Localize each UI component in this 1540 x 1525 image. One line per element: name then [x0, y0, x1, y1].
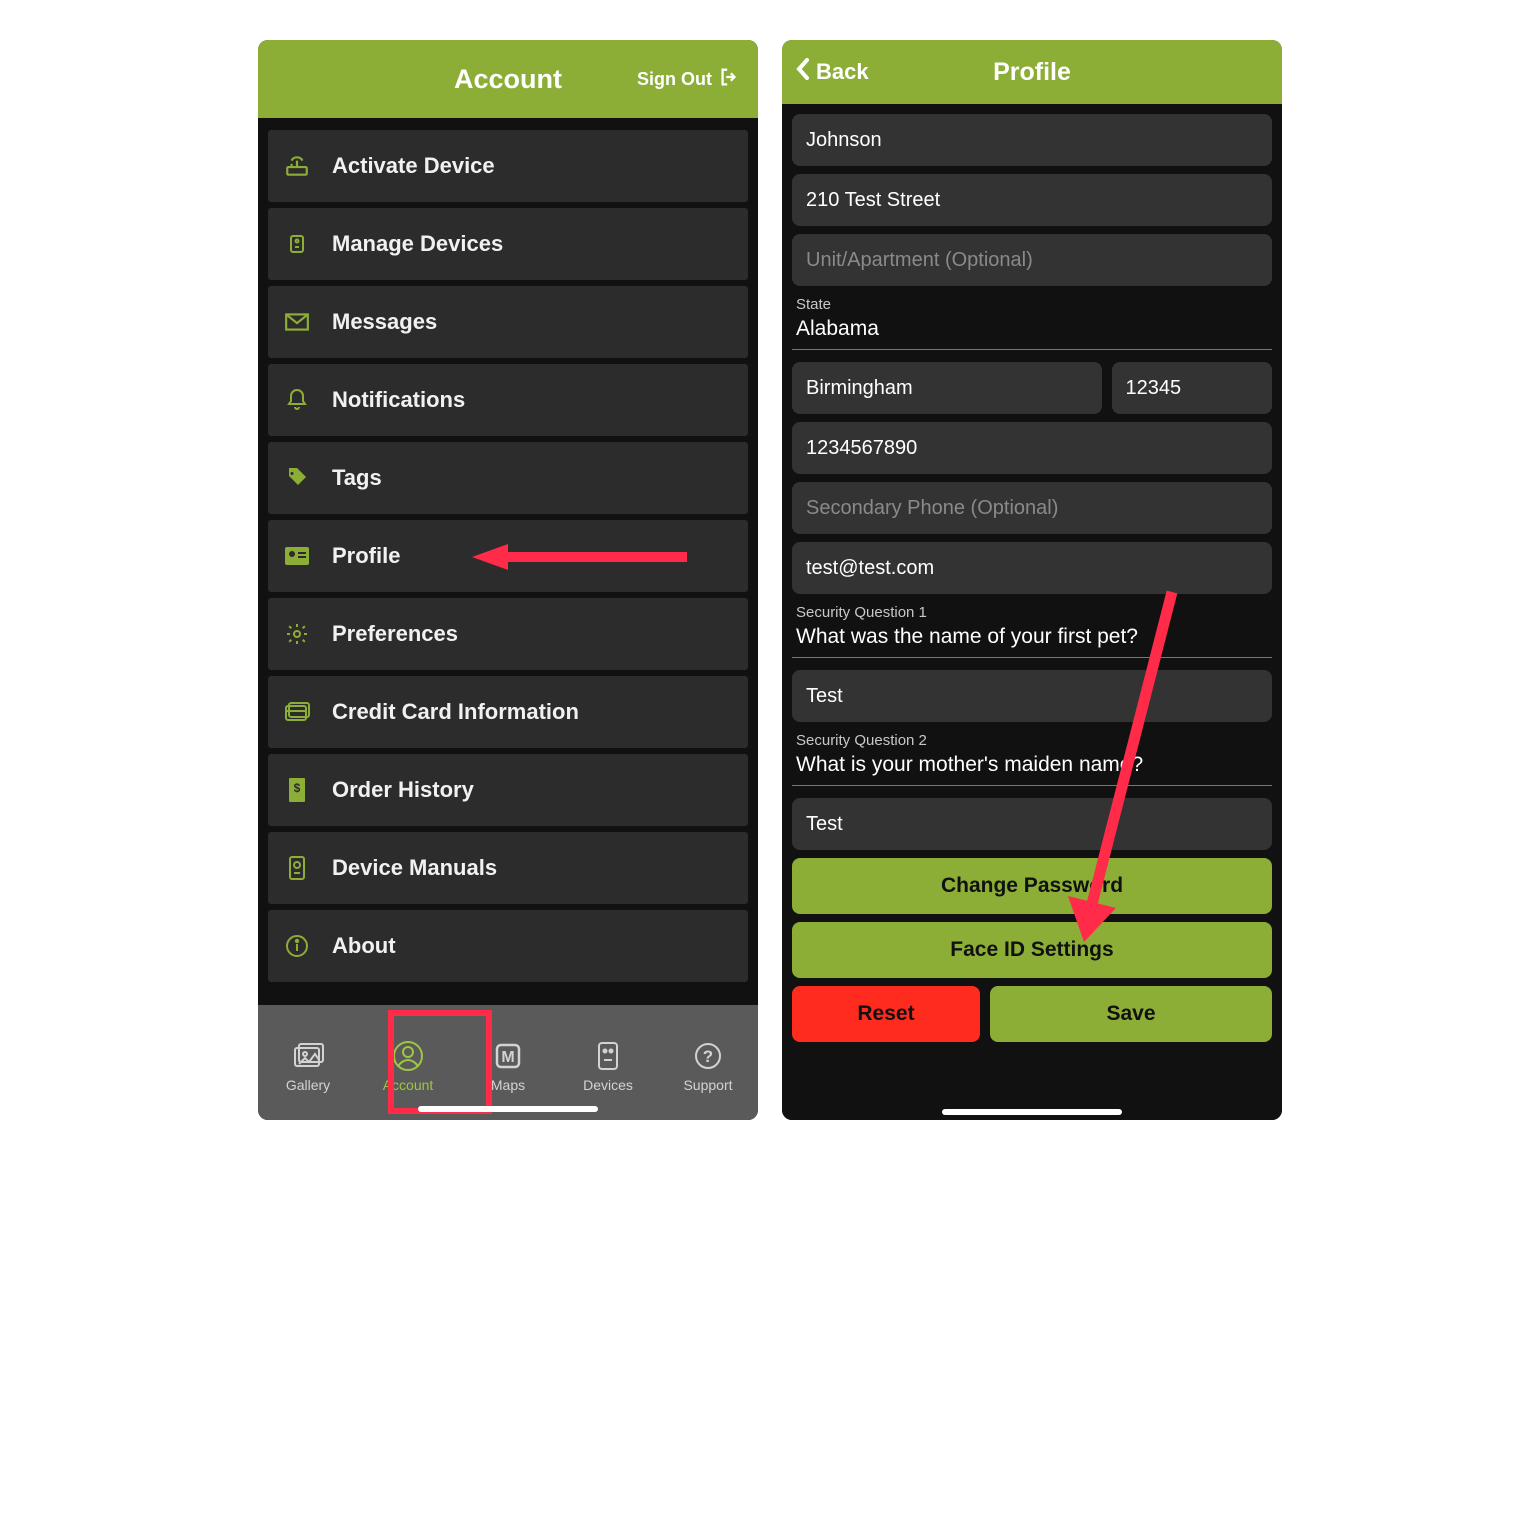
annotation-arrow-icon — [472, 542, 692, 572]
home-indicator[interactable] — [942, 1109, 1122, 1115]
gear-icon — [282, 622, 312, 646]
menu-label: Order History — [332, 777, 474, 803]
account-menu: Activate Device Manage Devices Messages … — [258, 118, 758, 1005]
back-button[interactable]: Back — [794, 57, 869, 87]
face-id-settings-button[interactable]: Face ID Settings — [792, 922, 1272, 978]
nav-account[interactable]: Account — [363, 1039, 453, 1093]
unit-field[interactable] — [792, 234, 1272, 286]
svg-text:$: $ — [294, 781, 301, 795]
state-label: State — [796, 296, 1272, 313]
sq2-answer-field[interactable] — [792, 798, 1272, 850]
email-field[interactable] — [792, 542, 1272, 594]
menu-label: Messages — [332, 309, 437, 335]
account-screen: Account Sign Out Activate Device Manage … — [258, 40, 758, 1120]
state-group: State Alabama — [792, 294, 1272, 354]
credit-card-icon — [282, 702, 312, 722]
sign-out-button[interactable]: Sign Out — [637, 66, 740, 93]
svg-text:M: M — [501, 1049, 514, 1066]
sign-out-icon — [718, 66, 740, 93]
sq1-answer-field[interactable] — [792, 670, 1272, 722]
bell-icon — [282, 388, 312, 412]
receipt-icon: $ — [282, 777, 312, 803]
phone-field[interactable] — [792, 422, 1272, 474]
menu-manage-devices[interactable]: Manage Devices — [268, 208, 748, 280]
nav-label: Devices — [583, 1077, 633, 1093]
nav-support[interactable]: ? Support — [663, 1039, 753, 1093]
menu-order-history[interactable]: $ Order History — [268, 754, 748, 826]
chevron-left-icon — [794, 57, 812, 87]
sign-out-label: Sign Out — [637, 69, 712, 90]
change-password-button[interactable]: Change Password — [792, 858, 1272, 914]
menu-activate-device[interactable]: Activate Device — [268, 130, 748, 202]
menu-profile[interactable]: Profile — [268, 520, 748, 592]
account-header: Account Sign Out — [258, 40, 758, 118]
nav-gallery[interactable]: Gallery — [263, 1039, 353, 1093]
envelope-icon — [282, 312, 312, 332]
menu-label: About — [332, 933, 396, 959]
maps-icon: M — [491, 1039, 525, 1073]
svg-text:?: ? — [703, 1047, 713, 1066]
gallery-icon — [291, 1039, 325, 1073]
profile-screen: Back Profile State Alabama Security Ques… — [782, 40, 1282, 1120]
home-indicator[interactable] — [418, 1106, 598, 1112]
account-title: Account — [454, 64, 562, 95]
menu-about[interactable]: About — [268, 910, 748, 982]
menu-label: Profile — [332, 543, 400, 569]
secondary-phone-field[interactable] — [792, 482, 1272, 534]
info-icon — [282, 934, 312, 958]
menu-label: Tags — [332, 465, 382, 491]
nav-maps[interactable]: M Maps — [463, 1039, 553, 1093]
nav-label: Gallery — [286, 1077, 330, 1093]
menu-label: Manage Devices — [332, 231, 503, 257]
menu-tags[interactable]: Tags — [268, 442, 748, 514]
sq1-label: Security Question 1 — [796, 604, 1272, 621]
sq2-label: Security Question 2 — [796, 732, 1272, 749]
save-button[interactable]: Save — [990, 986, 1272, 1042]
profile-form: State Alabama Security Question 1 What w… — [782, 104, 1282, 1120]
nav-label: Maps — [491, 1077, 525, 1093]
manual-icon — [282, 855, 312, 881]
menu-preferences[interactable]: Preferences — [268, 598, 748, 670]
nav-label: Support — [683, 1077, 732, 1093]
devices-icon — [591, 1039, 625, 1073]
tag-icon — [282, 466, 312, 490]
menu-credit-card[interactable]: Credit Card Information — [268, 676, 748, 748]
chip-icon — [282, 232, 312, 256]
back-label: Back — [816, 59, 869, 85]
profile-title: Profile — [993, 58, 1071, 87]
security-question-2-group: Security Question 2 What is your mother'… — [792, 730, 1272, 790]
menu-label: Preferences — [332, 621, 458, 647]
security-question-1-group: Security Question 1 What was the name of… — [792, 602, 1272, 662]
street-field[interactable] — [792, 174, 1272, 226]
menu-label: Device Manuals — [332, 855, 497, 881]
router-icon — [282, 153, 312, 179]
nav-label: Account — [383, 1077, 434, 1093]
sq2-select[interactable]: What is your mother's maiden name? — [792, 749, 1272, 786]
support-icon: ? — [691, 1039, 725, 1073]
id-card-icon — [282, 546, 312, 566]
profile-header: Back Profile — [782, 40, 1282, 104]
menu-label: Credit Card Information — [332, 699, 579, 725]
zip-field[interactable] — [1112, 362, 1272, 414]
city-field[interactable] — [792, 362, 1102, 414]
menu-notifications[interactable]: Notifications — [268, 364, 748, 436]
account-icon — [391, 1039, 425, 1073]
state-select[interactable]: Alabama — [792, 313, 1272, 350]
nav-devices[interactable]: Devices — [563, 1039, 653, 1093]
reset-button[interactable]: Reset — [792, 986, 980, 1042]
menu-messages[interactable]: Messages — [268, 286, 748, 358]
sq1-select[interactable]: What was the name of your first pet? — [792, 621, 1272, 658]
menu-device-manuals[interactable]: Device Manuals — [268, 832, 748, 904]
last-name-field[interactable] — [792, 114, 1272, 166]
menu-label: Notifications — [332, 387, 465, 413]
menu-label: Activate Device — [332, 153, 495, 179]
bottom-nav: Gallery Account M Maps Devices ? Support — [258, 1005, 758, 1120]
